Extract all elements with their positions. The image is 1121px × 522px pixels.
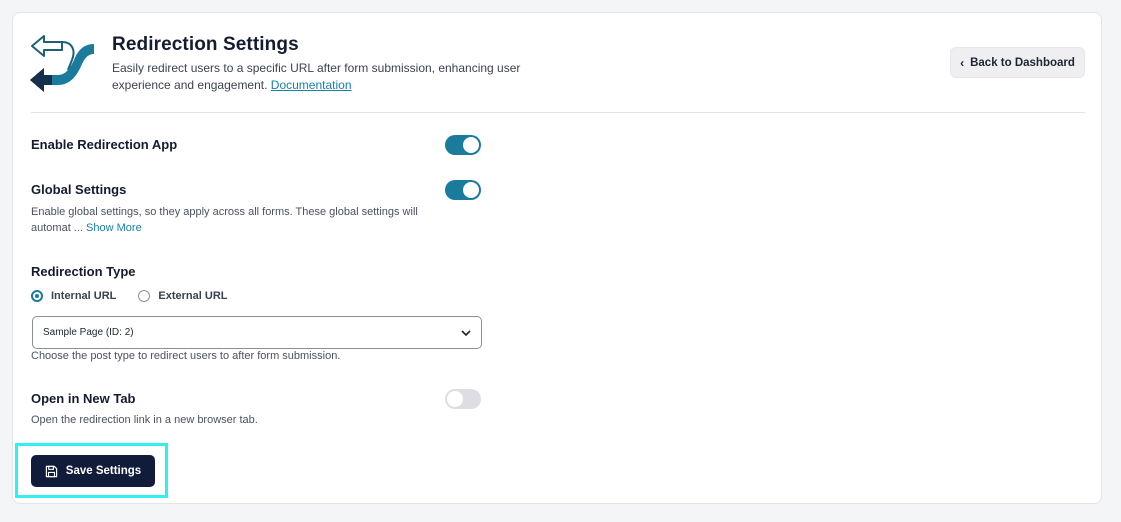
- new-tab-toggle[interactable]: [445, 389, 481, 409]
- radio-unchecked-icon: [138, 290, 151, 302]
- redirection-type-radio-group: Internal URL External URL: [31, 290, 227, 302]
- save-settings-button[interactable]: Save Settings: [31, 455, 155, 487]
- redirect-arrows-icon: [30, 35, 94, 92]
- global-settings-description: Enable global settings, so they apply ac…: [31, 204, 418, 236]
- new-tab-label: Open in New Tab: [31, 391, 136, 406]
- enable-app-toggle[interactable]: [445, 135, 481, 155]
- back-to-dashboard-button[interactable]: ‹ Back to Dashboard: [950, 47, 1085, 78]
- show-more-link[interactable]: Show More: [86, 222, 142, 234]
- radio-internal-url[interactable]: Internal URL: [31, 290, 116, 302]
- global-desc-truncated: automat ...: [31, 222, 83, 234]
- documentation-link[interactable]: Documentation: [271, 78, 352, 92]
- global-desc-line2: automat ... Show More: [31, 220, 418, 236]
- save-button-label: Save Settings: [65, 465, 142, 477]
- toggle-knob: [463, 182, 479, 198]
- global-desc-line1: Enable global settings, so they apply ac…: [31, 206, 418, 218]
- floppy-disk-icon: [45, 465, 57, 477]
- page-description: Easily redirect users to a specific URL …: [112, 60, 532, 94]
- chevron-down-icon: [461, 329, 471, 336]
- page-title: Redirection Settings: [112, 34, 299, 55]
- radio-external-label: External URL: [158, 290, 228, 302]
- radio-external-url[interactable]: External URL: [138, 290, 227, 302]
- global-settings-toggle[interactable]: [445, 180, 481, 200]
- redirection-type-helper: Choose the post type to redirect users t…: [31, 350, 341, 362]
- toggle-knob: [447, 391, 463, 407]
- enable-app-label: Enable Redirection App: [31, 137, 178, 152]
- radio-checked-icon: [31, 290, 43, 302]
- chevron-left-icon: ‹: [960, 55, 965, 70]
- new-tab-description: Open the redirection link in a new brows…: [31, 414, 258, 426]
- global-settings-label: Global Settings: [31, 182, 127, 197]
- page-select-value: Sample Page (ID: 2): [43, 327, 134, 338]
- page-select[interactable]: Sample Page (ID: 2): [32, 316, 482, 349]
- redirection-type-label: Redirection Type: [31, 264, 136, 279]
- header-divider: [31, 112, 1085, 113]
- toggle-knob: [463, 137, 479, 153]
- back-button-label: Back to Dashboard: [970, 56, 1075, 69]
- radio-internal-label: Internal URL: [51, 290, 117, 302]
